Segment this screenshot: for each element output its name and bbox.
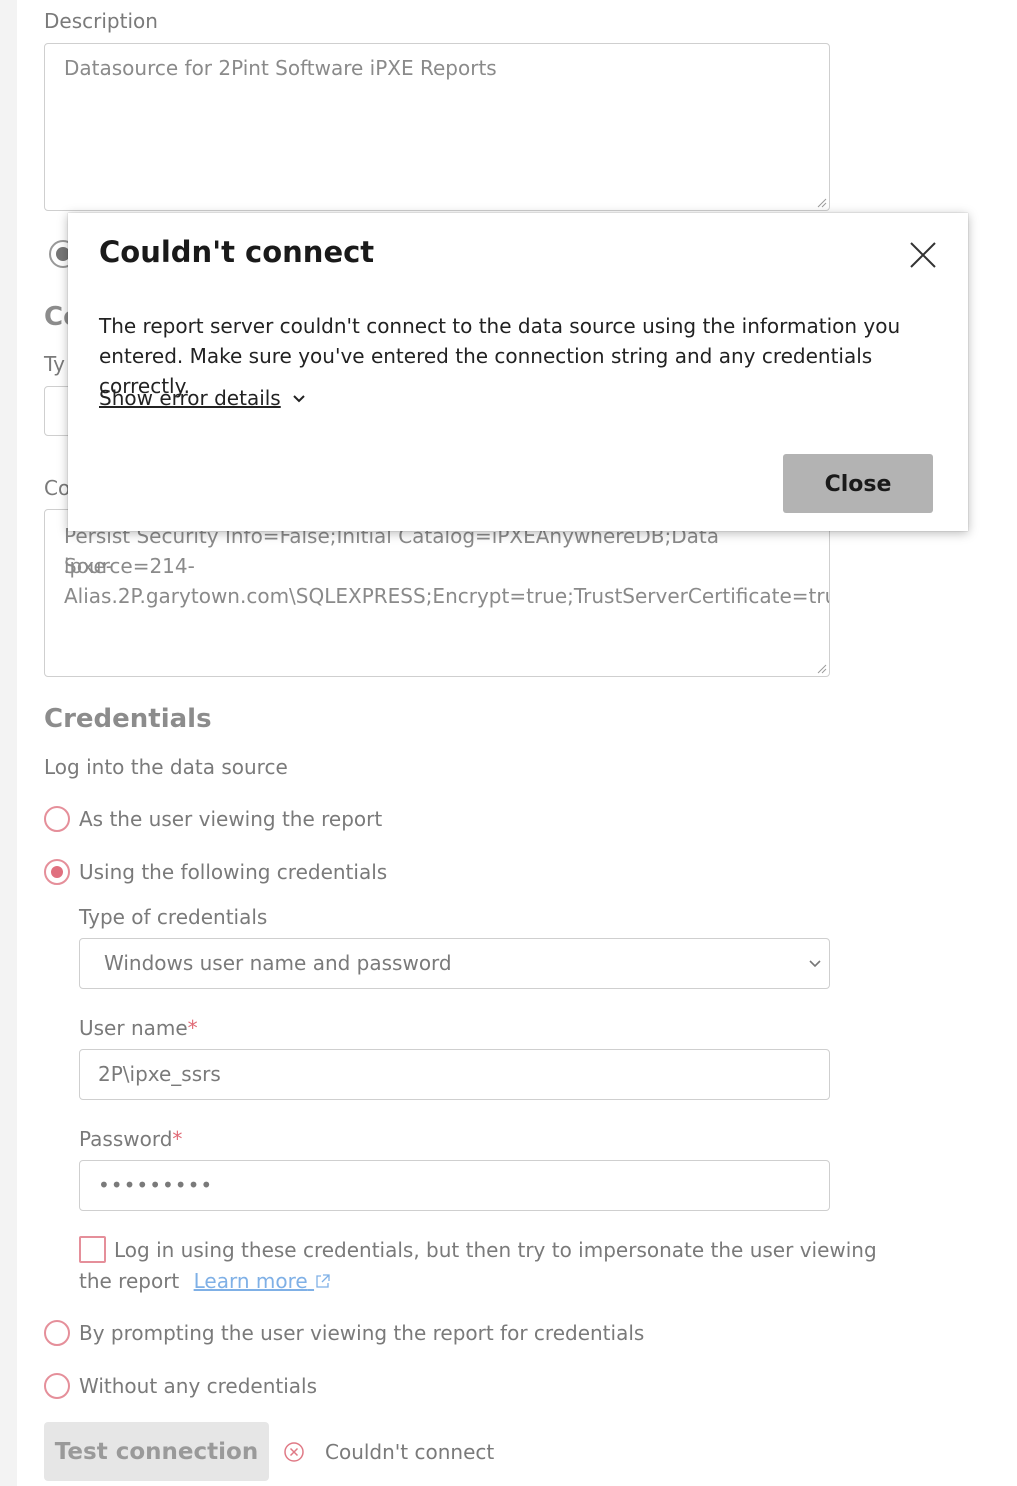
radio-viewer[interactable] xyxy=(44,806,70,832)
resize-grip-icon[interactable] xyxy=(815,662,827,674)
description-label: Description xyxy=(44,9,158,33)
connection-string-textarea[interactable]: Persist Security Info=False;Initial Cata… xyxy=(44,509,830,677)
credential-type-select[interactable]: Windows user name and password xyxy=(79,938,830,989)
resize-grip-icon[interactable] xyxy=(815,196,827,208)
impersonate-text-2: the report xyxy=(79,1269,180,1293)
password-value: ••••••••• xyxy=(98,1173,214,1197)
dialog-close-button[interactable]: Close xyxy=(783,454,933,513)
test-connection-button[interactable]: Test connection xyxy=(44,1422,269,1481)
error-icon xyxy=(284,1442,304,1462)
error-dialog: Couldn't connect The report server could… xyxy=(68,213,968,531)
connection-string-line-2: ipxe- xyxy=(64,554,113,578)
credential-type-label: Type of credentials xyxy=(79,905,268,929)
credential-type-value: Windows user name and password xyxy=(104,951,452,975)
credentials-subheading: Log into the data source xyxy=(44,755,288,779)
connection-string-label: Co xyxy=(44,476,71,500)
password-input[interactable]: ••••••••• xyxy=(79,1160,830,1211)
chevron-down-icon xyxy=(293,395,305,403)
username-input[interactable]: 2P\ipxe_ssrs xyxy=(79,1049,830,1100)
username-label: User name* xyxy=(79,1016,198,1040)
radio-no-credentials-label[interactable]: Without any credentials xyxy=(79,1374,317,1398)
connection-type-label: Ty xyxy=(44,352,65,376)
radio-viewer-label[interactable]: As the user viewing the report xyxy=(79,807,382,831)
radio-following-label[interactable]: Using the following credentials xyxy=(79,860,387,884)
radio-prompting[interactable] xyxy=(44,1320,70,1346)
impersonate-text-1: Log in using these credentials, but then… xyxy=(114,1238,877,1262)
description-value: Datasource for 2Pint Software iPXE Repor… xyxy=(64,56,497,80)
radio-no-credentials[interactable] xyxy=(44,1373,70,1399)
password-label: Password* xyxy=(79,1127,183,1151)
learn-more-link[interactable]: Learn more xyxy=(194,1269,331,1293)
impersonate-checkbox[interactable] xyxy=(79,1236,106,1263)
close-icon[interactable] xyxy=(908,240,938,270)
radio-following-credentials[interactable] xyxy=(44,859,70,885)
external-link-icon xyxy=(316,1274,330,1288)
description-textarea[interactable]: Datasource for 2Pint Software iPXE Repor… xyxy=(44,43,830,211)
connection-string-line-3: Alias.2P.garytown.com\SQLEXPRESS;Encrypt… xyxy=(64,584,830,608)
radio-prompting-label[interactable]: By prompting the user viewing the report… xyxy=(79,1321,644,1345)
show-error-details-label[interactable]: Show error details xyxy=(99,386,281,410)
show-error-details-toggle[interactable]: Show error details xyxy=(99,386,307,410)
credentials-heading: Credentials xyxy=(44,704,212,734)
username-value: 2P\ipxe_ssrs xyxy=(98,1062,221,1086)
chevron-down-icon xyxy=(809,960,821,968)
dialog-title: Couldn't connect xyxy=(99,235,375,269)
impersonate-text-line-2: the report Learn more xyxy=(79,1269,331,1293)
test-status-text: Couldn't connect xyxy=(325,1440,495,1464)
